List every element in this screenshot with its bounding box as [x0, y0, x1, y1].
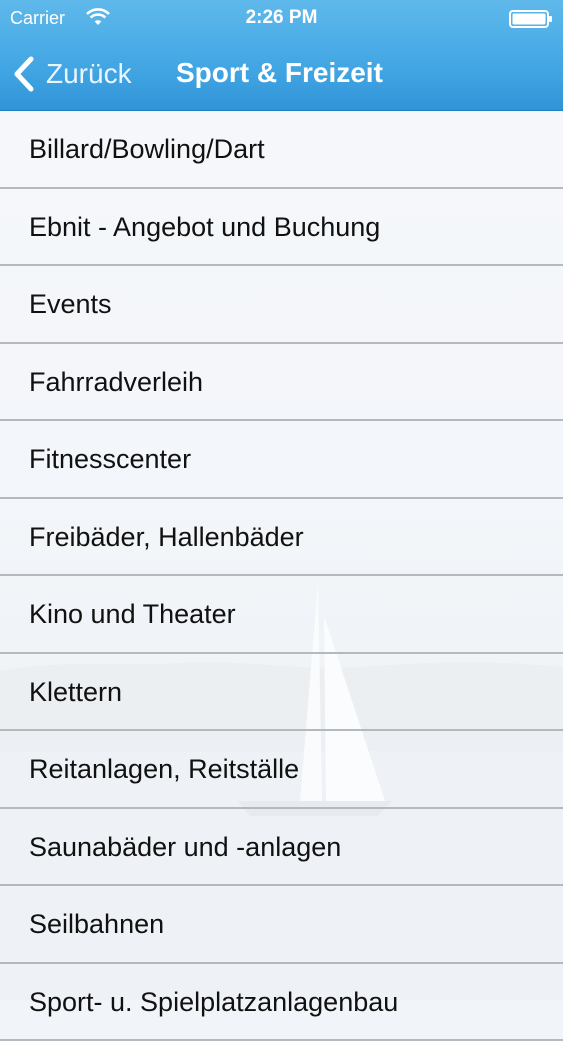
- list-item-label: Ebnit - Angebot und Buchung: [29, 212, 380, 243]
- list-item-events[interactable]: Events: [0, 266, 563, 344]
- list-item-saunabaeder[interactable]: Saunabäder und -anlagen: [0, 809, 563, 887]
- status-bar: Carrier 2:26 PM: [0, 0, 563, 36]
- list-item-label: Sport- u. Spielplatzanlagenbau: [29, 987, 398, 1018]
- status-time: 2:26 PM: [0, 7, 563, 29]
- list-item-fahrradverleih[interactable]: Fahrradverleih: [0, 344, 563, 422]
- list-item-label: Fitnesscenter: [29, 444, 191, 475]
- list-item-label: Fahrradverleih: [29, 367, 203, 398]
- list-item-kino-theater[interactable]: Kino und Theater: [0, 576, 563, 654]
- list-item-label: Seilbahnen: [29, 909, 164, 940]
- list-item-label: Saunabäder und -anlagen: [29, 832, 341, 863]
- back-button[interactable]: Zurück: [12, 54, 132, 94]
- list-item-label: Reitanlagen, Reitställe: [29, 754, 299, 785]
- list-item-klettern[interactable]: Klettern: [0, 654, 563, 732]
- list-item-label: Events: [29, 289, 112, 320]
- list-item-reitanlagen[interactable]: Reitanlagen, Reitställe: [0, 731, 563, 809]
- list-item-label: Billard/Bowling/Dart: [29, 134, 265, 165]
- list-item-billard[interactable]: Billard/Bowling/Dart: [0, 111, 563, 189]
- page-title: Sport & Freizeit: [176, 57, 383, 89]
- list-item-spielplatzanlagenbau[interactable]: Sport- u. Spielplatzanlagenbau: [0, 964, 563, 1041]
- list-item-label: Klettern: [29, 677, 122, 708]
- list-item-label: Freibäder, Hallenbäder: [29, 522, 304, 553]
- navigation-bar: Zurück Sport & Freizeit: [0, 36, 563, 111]
- category-list: Billard/Bowling/Dart Ebnit - Angebot und…: [0, 111, 563, 1000]
- list-item-label: Kino und Theater: [29, 599, 236, 630]
- battery-icon: [509, 10, 553, 33]
- back-button-label: Zurück: [46, 58, 132, 90]
- list-item-fitnesscenter[interactable]: Fitnesscenter: [0, 421, 563, 499]
- chevron-left-icon: [12, 55, 36, 93]
- list-item-seilbahnen[interactable]: Seilbahnen: [0, 886, 563, 964]
- list-item-freibaeder[interactable]: Freibäder, Hallenbäder: [0, 499, 563, 577]
- list-item-ebnit[interactable]: Ebnit - Angebot und Buchung: [0, 189, 563, 267]
